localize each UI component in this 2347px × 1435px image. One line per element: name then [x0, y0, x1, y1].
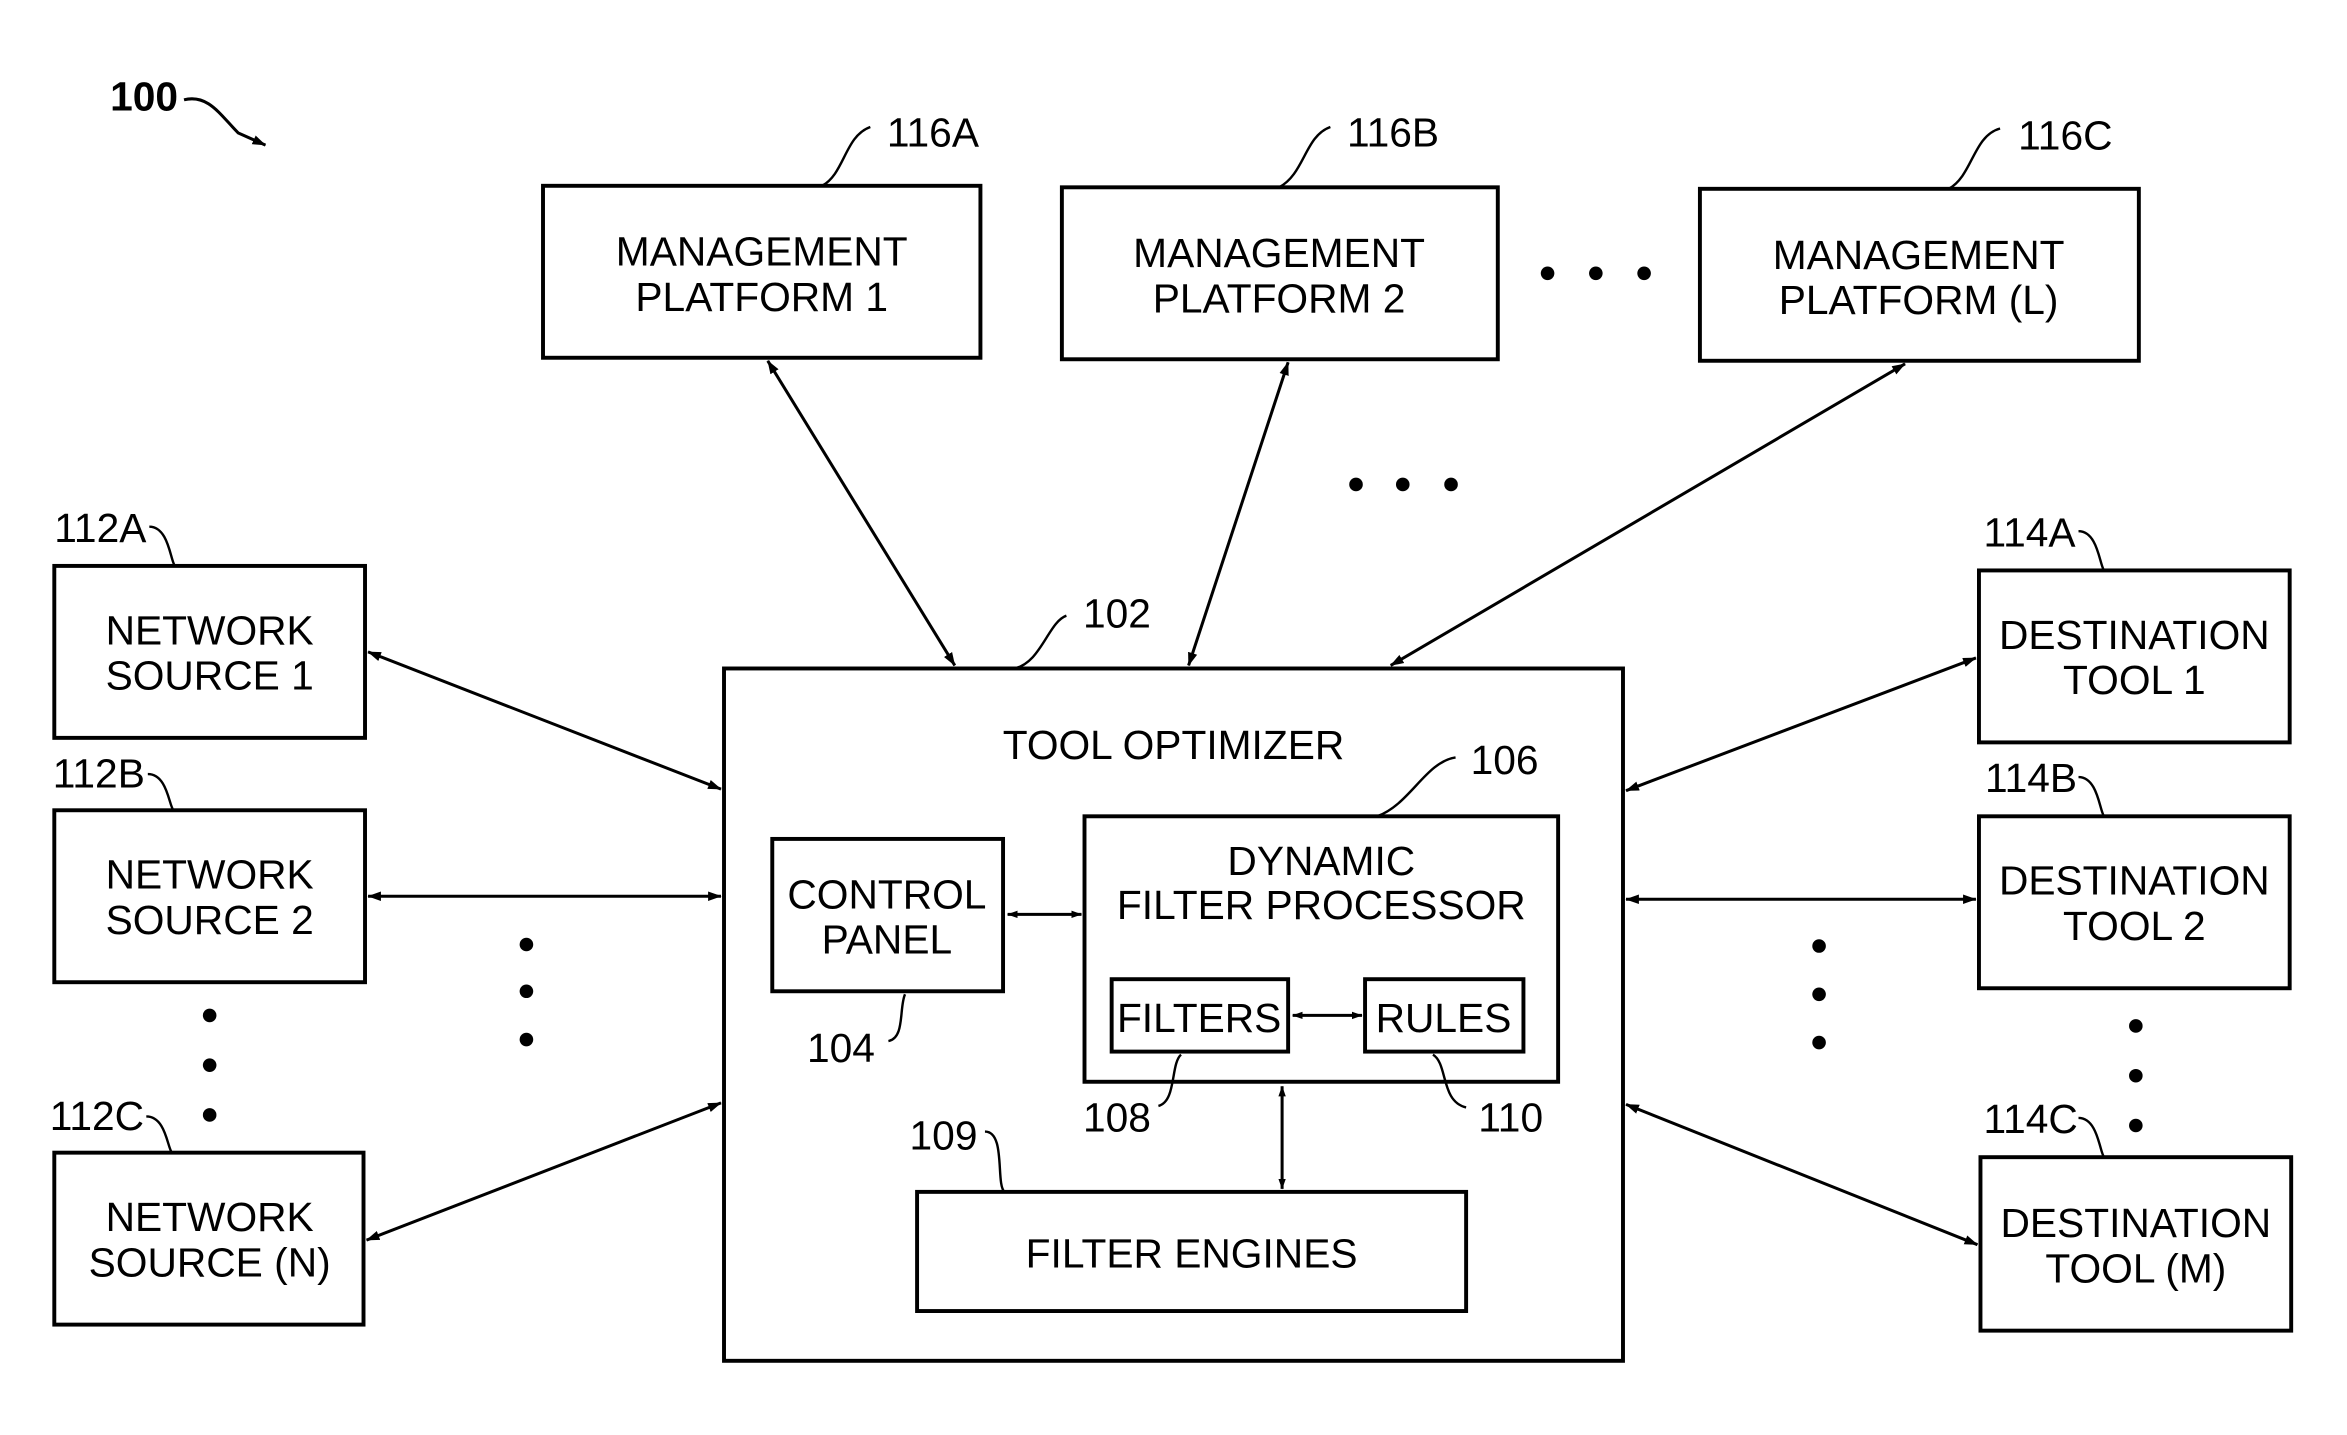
arrow-source-1-optimizer — [367, 650, 722, 791]
control-panel-line1: CONTROL — [787, 871, 986, 917]
management-platform-l-line2: PLATFORM (L) — [1779, 277, 2059, 323]
leader-116b — [1278, 125, 1331, 189]
tool-optimizer-diagram: 100 MANAGEMENT PLATFORM 1 116A MANAGEMEN… — [50, 73, 2294, 1363]
leader-114a — [2078, 530, 2106, 572]
leader-112b — [147, 772, 175, 812]
dfp-line2: FILTER PROCESSOR — [1117, 882, 1526, 928]
ref-112c: 112C — [50, 1093, 144, 1139]
network-source-ellipsis — [202, 1008, 217, 1122]
arrow-optimizer-destination-1 — [1625, 656, 1977, 793]
management-platform-l-line1: MANAGEMENT — [1773, 232, 2065, 278]
network-source-n-line1: NETWORK — [106, 1194, 314, 1240]
destination-tool-1[interactable]: DESTINATION TOOL 1 114A — [1977, 509, 2292, 745]
management-platform-2-line1: MANAGEMENT — [1133, 230, 1425, 276]
leader-114c — [2078, 1116, 2106, 1159]
network-source-2[interactable]: NETWORK SOURCE 2 112B — [52, 751, 367, 985]
ref-114a: 114A — [1983, 509, 2076, 555]
source-arrow-ellipsis — [519, 937, 534, 1047]
destination-tool-1-line2: TOOL 1 — [2063, 657, 2206, 703]
leader-114b — [2078, 775, 2106, 818]
leader-116c — [1948, 127, 2001, 190]
network-source-n[interactable]: NETWORK SOURCE (N) 112C — [50, 1093, 366, 1327]
leader-102 — [1013, 614, 1067, 670]
rules-label: RULES — [1376, 995, 1512, 1041]
destination-tool-1-line1: DESTINATION — [1999, 612, 2270, 658]
management-platform-1-line1: MANAGEMENT — [616, 229, 908, 275]
ref-116a: 116A — [887, 110, 980, 156]
network-source-1-line2: SOURCE 1 — [106, 653, 314, 699]
figure-reference: 100 — [110, 73, 267, 147]
ref-106: 106 — [1471, 737, 1539, 783]
network-source-1-line1: NETWORK — [106, 607, 314, 653]
filters-label: FILTERS — [1117, 995, 1281, 1041]
management-platform-1-line2: PLATFORM 1 — [635, 274, 888, 320]
management-platform-2[interactable]: MANAGEMENT PLATFORM 2 116B — [1059, 110, 1500, 362]
dfp-line1: DYNAMIC — [1227, 838, 1415, 884]
destination-tool-m-line2: TOOL (M) — [2045, 1245, 2226, 1291]
arrow-platform-l-optimizer — [1389, 362, 1906, 667]
destination-tool-2[interactable]: DESTINATION TOOL 2 114B — [1977, 755, 2292, 991]
management-platform-2-line2: PLATFORM 2 — [1153, 276, 1406, 322]
network-source-2-line2: SOURCE 2 — [106, 897, 314, 943]
destination-tool-2-line2: TOOL 2 — [2063, 903, 2206, 949]
ref-104: 104 — [807, 1025, 875, 1071]
leader-112a — [149, 525, 177, 567]
destination-tool-ellipsis — [2129, 1019, 2143, 1133]
ref-109: 109 — [910, 1113, 978, 1159]
ref-112a: 112A — [54, 505, 147, 551]
tool-optimizer-title: TOOL OPTIMIZER — [1003, 722, 1345, 768]
network-source-2-line1: NETWORK — [106, 852, 314, 898]
ref-116c: 116C — [2018, 113, 2112, 159]
destination-tool-m-line1: DESTINATION — [2000, 1200, 2271, 1246]
management-platform-1[interactable]: MANAGEMENT PLATFORM 1 116A — [541, 110, 983, 360]
arrow-platform-2-optimizer — [1187, 361, 1290, 667]
ref-110: 110 — [1478, 1095, 1543, 1141]
leader-112c — [146, 1115, 173, 1154]
ref-108: 108 — [1083, 1095, 1151, 1141]
platform-ellipsis-top — [1540, 266, 1651, 281]
management-platform-l[interactable]: MANAGEMENT PLATFORM (L) 116C — [1697, 113, 2141, 363]
tool-optimizer[interactable]: TOOL OPTIMIZER 102 CONTROL PANEL 104 DYN… — [722, 591, 1625, 1363]
ref-114b: 114B — [1985, 755, 2077, 801]
network-source-n-line2: SOURCE (N) — [89, 1239, 331, 1285]
leader-116a — [821, 125, 871, 187]
figure-ref-label: 100 — [110, 73, 178, 119]
ref-114c: 114C — [1983, 1096, 2077, 1142]
destination-arrow-ellipsis — [1812, 939, 1826, 1050]
destination-tool-2-line1: DESTINATION — [1999, 858, 2270, 904]
filter-engines-label: FILTER ENGINES — [1026, 1230, 1358, 1276]
ref-102: 102 — [1083, 591, 1151, 637]
arrow-platform-1-optimizer — [766, 359, 957, 667]
arrow-source-n-optimizer — [365, 1101, 722, 1242]
ref-112b: 112B — [53, 751, 145, 797]
platform-ellipsis-middle — [1349, 477, 1458, 492]
network-source-1[interactable]: NETWORK SOURCE 1 112A — [52, 505, 367, 740]
ref-116b: 116B — [1347, 110, 1439, 156]
control-panel-line2: PANEL — [822, 917, 953, 963]
arrow-optimizer-destination-m — [1625, 1102, 1979, 1247]
figure-ref-arrow — [183, 97, 267, 147]
